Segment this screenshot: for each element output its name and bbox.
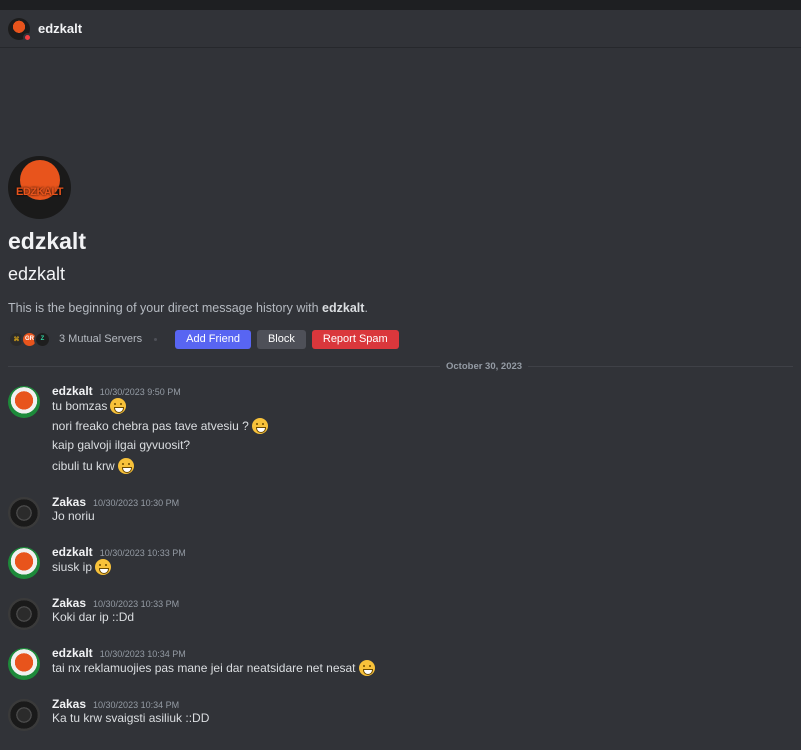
message-text: Ka tu krw svaigsti asiliuk ::DD (52, 711, 210, 725)
intro-username: edzkalt (322, 301, 365, 315)
message-group: edzkalt 10/30/2023 10:34 PM tai nx reklamu… (0, 646, 801, 686)
avatar-logo-text: EDZKALT (15, 186, 64, 198)
grinning-face-icon (358, 660, 375, 676)
message-header: edzkalt 10/30/2023 10:33 PM (52, 545, 186, 559)
message-header: Zakas 10/30/2023 10:34 PM (52, 697, 179, 711)
report-spam-button[interactable]: Report Spam (311, 329, 399, 349)
grinning-face-icon (251, 418, 268, 434)
message-text: cibuli tu krw (52, 458, 134, 474)
block-button[interactable]: Block (256, 329, 306, 349)
grinning-face-icon (110, 398, 127, 414)
message-header: Zakas 10/30/2023 10:33 PM (52, 596, 179, 610)
message-author[interactable]: Zakas (52, 495, 86, 509)
message-timestamp: 10/30/2023 10:33 PM (99, 548, 186, 558)
message-avatar[interactable] (8, 386, 40, 418)
profile-avatar[interactable]: EDZKALT (8, 156, 71, 219)
message-text: Koki dar ip ::Dd (52, 610, 135, 624)
message-timestamp: 10/30/2023 9:50 PM (99, 387, 181, 397)
message-author[interactable]: edzkalt (52, 646, 93, 660)
message-author[interactable]: edzkalt (52, 545, 93, 559)
message-avatar[interactable] (8, 497, 40, 529)
message-text: siusk ip (52, 559, 112, 575)
message-text: tai nx reklamuojies pas mane jei dar nea… (52, 660, 375, 676)
message-group: Zakas 10/30/2023 10:34 PM Ka tu krw svaigs… (0, 697, 801, 737)
header-avatar[interactable] (8, 17, 32, 42)
message-group: edzkalt 10/30/2023 9:50 PM tu bomzas nori f… (0, 384, 801, 484)
dm-intro-text: This is the beginning of your direct mes… (8, 301, 368, 315)
grinning-face-icon (117, 458, 134, 474)
message-header: edzkalt 10/30/2023 10:34 PM (52, 646, 186, 660)
message-avatar[interactable] (8, 648, 40, 680)
profile-display-name: edzkalt (8, 228, 86, 254)
date-divider-label: October 30, 2023 (440, 361, 529, 372)
header-username[interactable]: edzkalt (38, 21, 82, 36)
message-avatar[interactable] (8, 547, 40, 579)
message-group: edzkalt 10/30/2023 10:33 PM siusk ip (0, 545, 801, 585)
message-timestamp: 10/30/2023 10:33 PM (93, 599, 180, 609)
mutual-server-icon[interactable]: Z (34, 330, 51, 348)
message-timestamp: 10/30/2023 10:30 PM (93, 498, 180, 508)
message-text: nori freako chebra pas tave atvesiu ? (52, 418, 268, 434)
message-avatar[interactable] (8, 598, 40, 630)
date-divider (8, 366, 793, 367)
message-group: Zakas 10/30/2023 10:30 PM Jo noriu (0, 495, 801, 535)
message-header: Zakas 10/30/2023 10:30 PM (52, 495, 179, 509)
grinning-face-icon (95, 559, 112, 575)
dm-header: edzkalt (0, 10, 801, 48)
message-group: Zakas 10/30/2023 10:33 PM Koki dar ip ::Dd (0, 596, 801, 636)
dnd-status-icon (23, 32, 32, 42)
message-text: tu bomzas (52, 398, 127, 414)
message-avatar[interactable] (8, 699, 40, 731)
message-author[interactable]: Zakas (52, 697, 86, 711)
message-text: kaip galvoji ilgai gyvuosit? (52, 438, 191, 452)
profile-username: edzkalt (8, 264, 66, 284)
message-author[interactable]: edzkalt (52, 384, 93, 398)
add-friend-button[interactable]: Add Friend (175, 329, 251, 349)
message-author[interactable]: Zakas (52, 596, 86, 610)
message-text: Jo noriu (52, 509, 95, 523)
message-header: edzkalt 10/30/2023 9:50 PM (52, 384, 181, 398)
mutual-servers-link[interactable]: 3 Mutual Servers (59, 333, 142, 345)
message-timestamp: 10/30/2023 10:34 PM (99, 649, 186, 659)
separator-dot (154, 337, 158, 341)
window-top-bar (0, 0, 801, 10)
message-timestamp: 10/30/2023 10:34 PM (93, 700, 180, 710)
profile-actions: ⌘ GR Z 3 Mutual Servers Add Friend Block… (8, 329, 405, 349)
